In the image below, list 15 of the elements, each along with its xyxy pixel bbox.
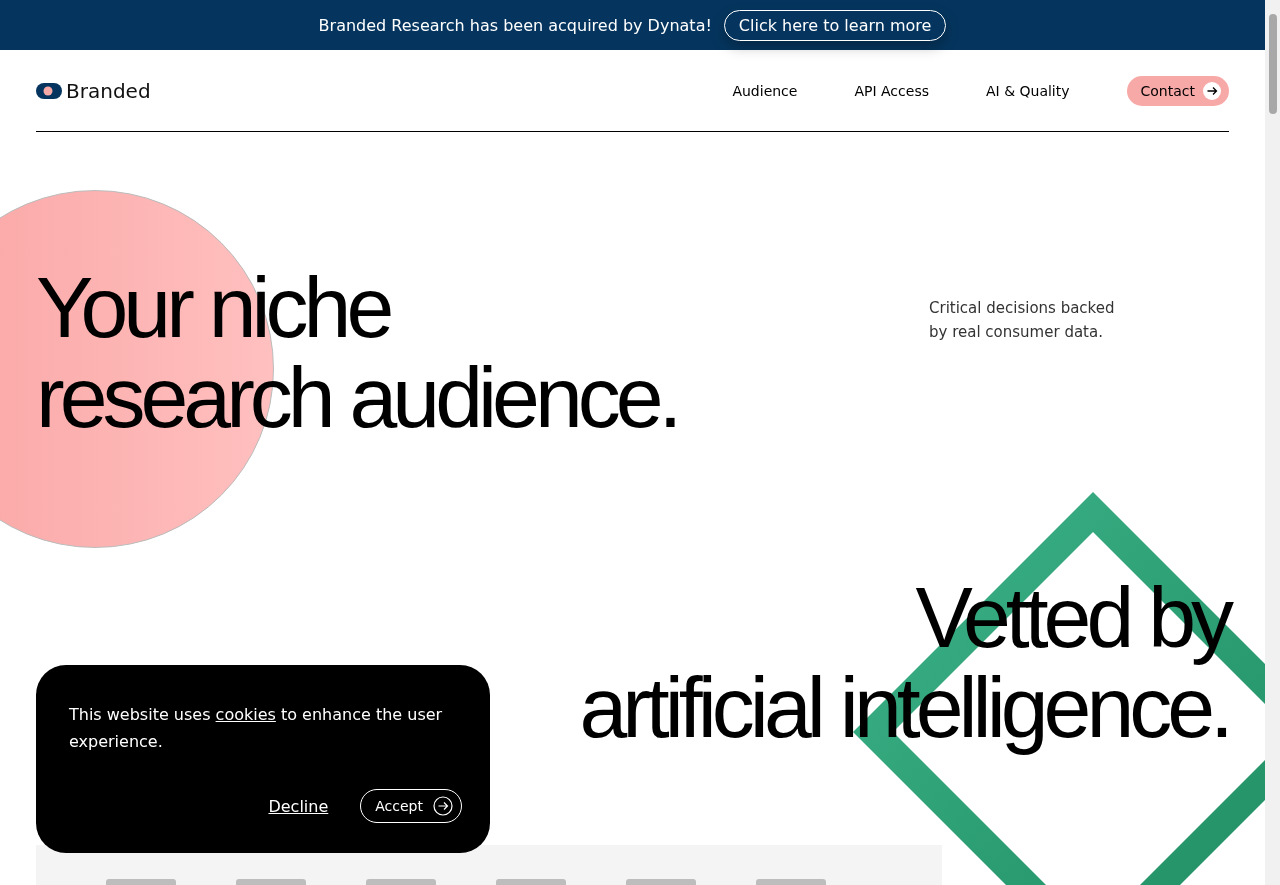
decline-link[interactable]: Decline: [268, 796, 329, 816]
brand-name[interactable]: Branded: [66, 78, 151, 103]
nav-link[interactable]: Audience: [732, 82, 798, 99]
contact-button[interactable]: Contact: [1126, 75, 1229, 106]
announcement-text: Branded Research has been acquired by Dynata!: [318, 15, 712, 35]
hero-heading-line: research audience.: [36, 352, 678, 442]
hero-tagline: Critical decisions backed by real consumer data.: [929, 298, 1116, 343]
nav-link[interactable]: AI & Quality: [985, 82, 1070, 99]
scrollbar[interactable]: [1265, 0, 1280, 885]
cookie-message: This website uses cookies to enhance the user experience.: [69, 704, 444, 753]
logo-icon[interactable]: [36, 82, 62, 99]
cookies-link[interactable]: cookies: [215, 705, 276, 724]
nav-link[interactable]: API Access: [854, 82, 929, 99]
accept-button[interactable]: Accept: [360, 789, 462, 823]
hero-heading-line: Your niche: [36, 262, 390, 352]
